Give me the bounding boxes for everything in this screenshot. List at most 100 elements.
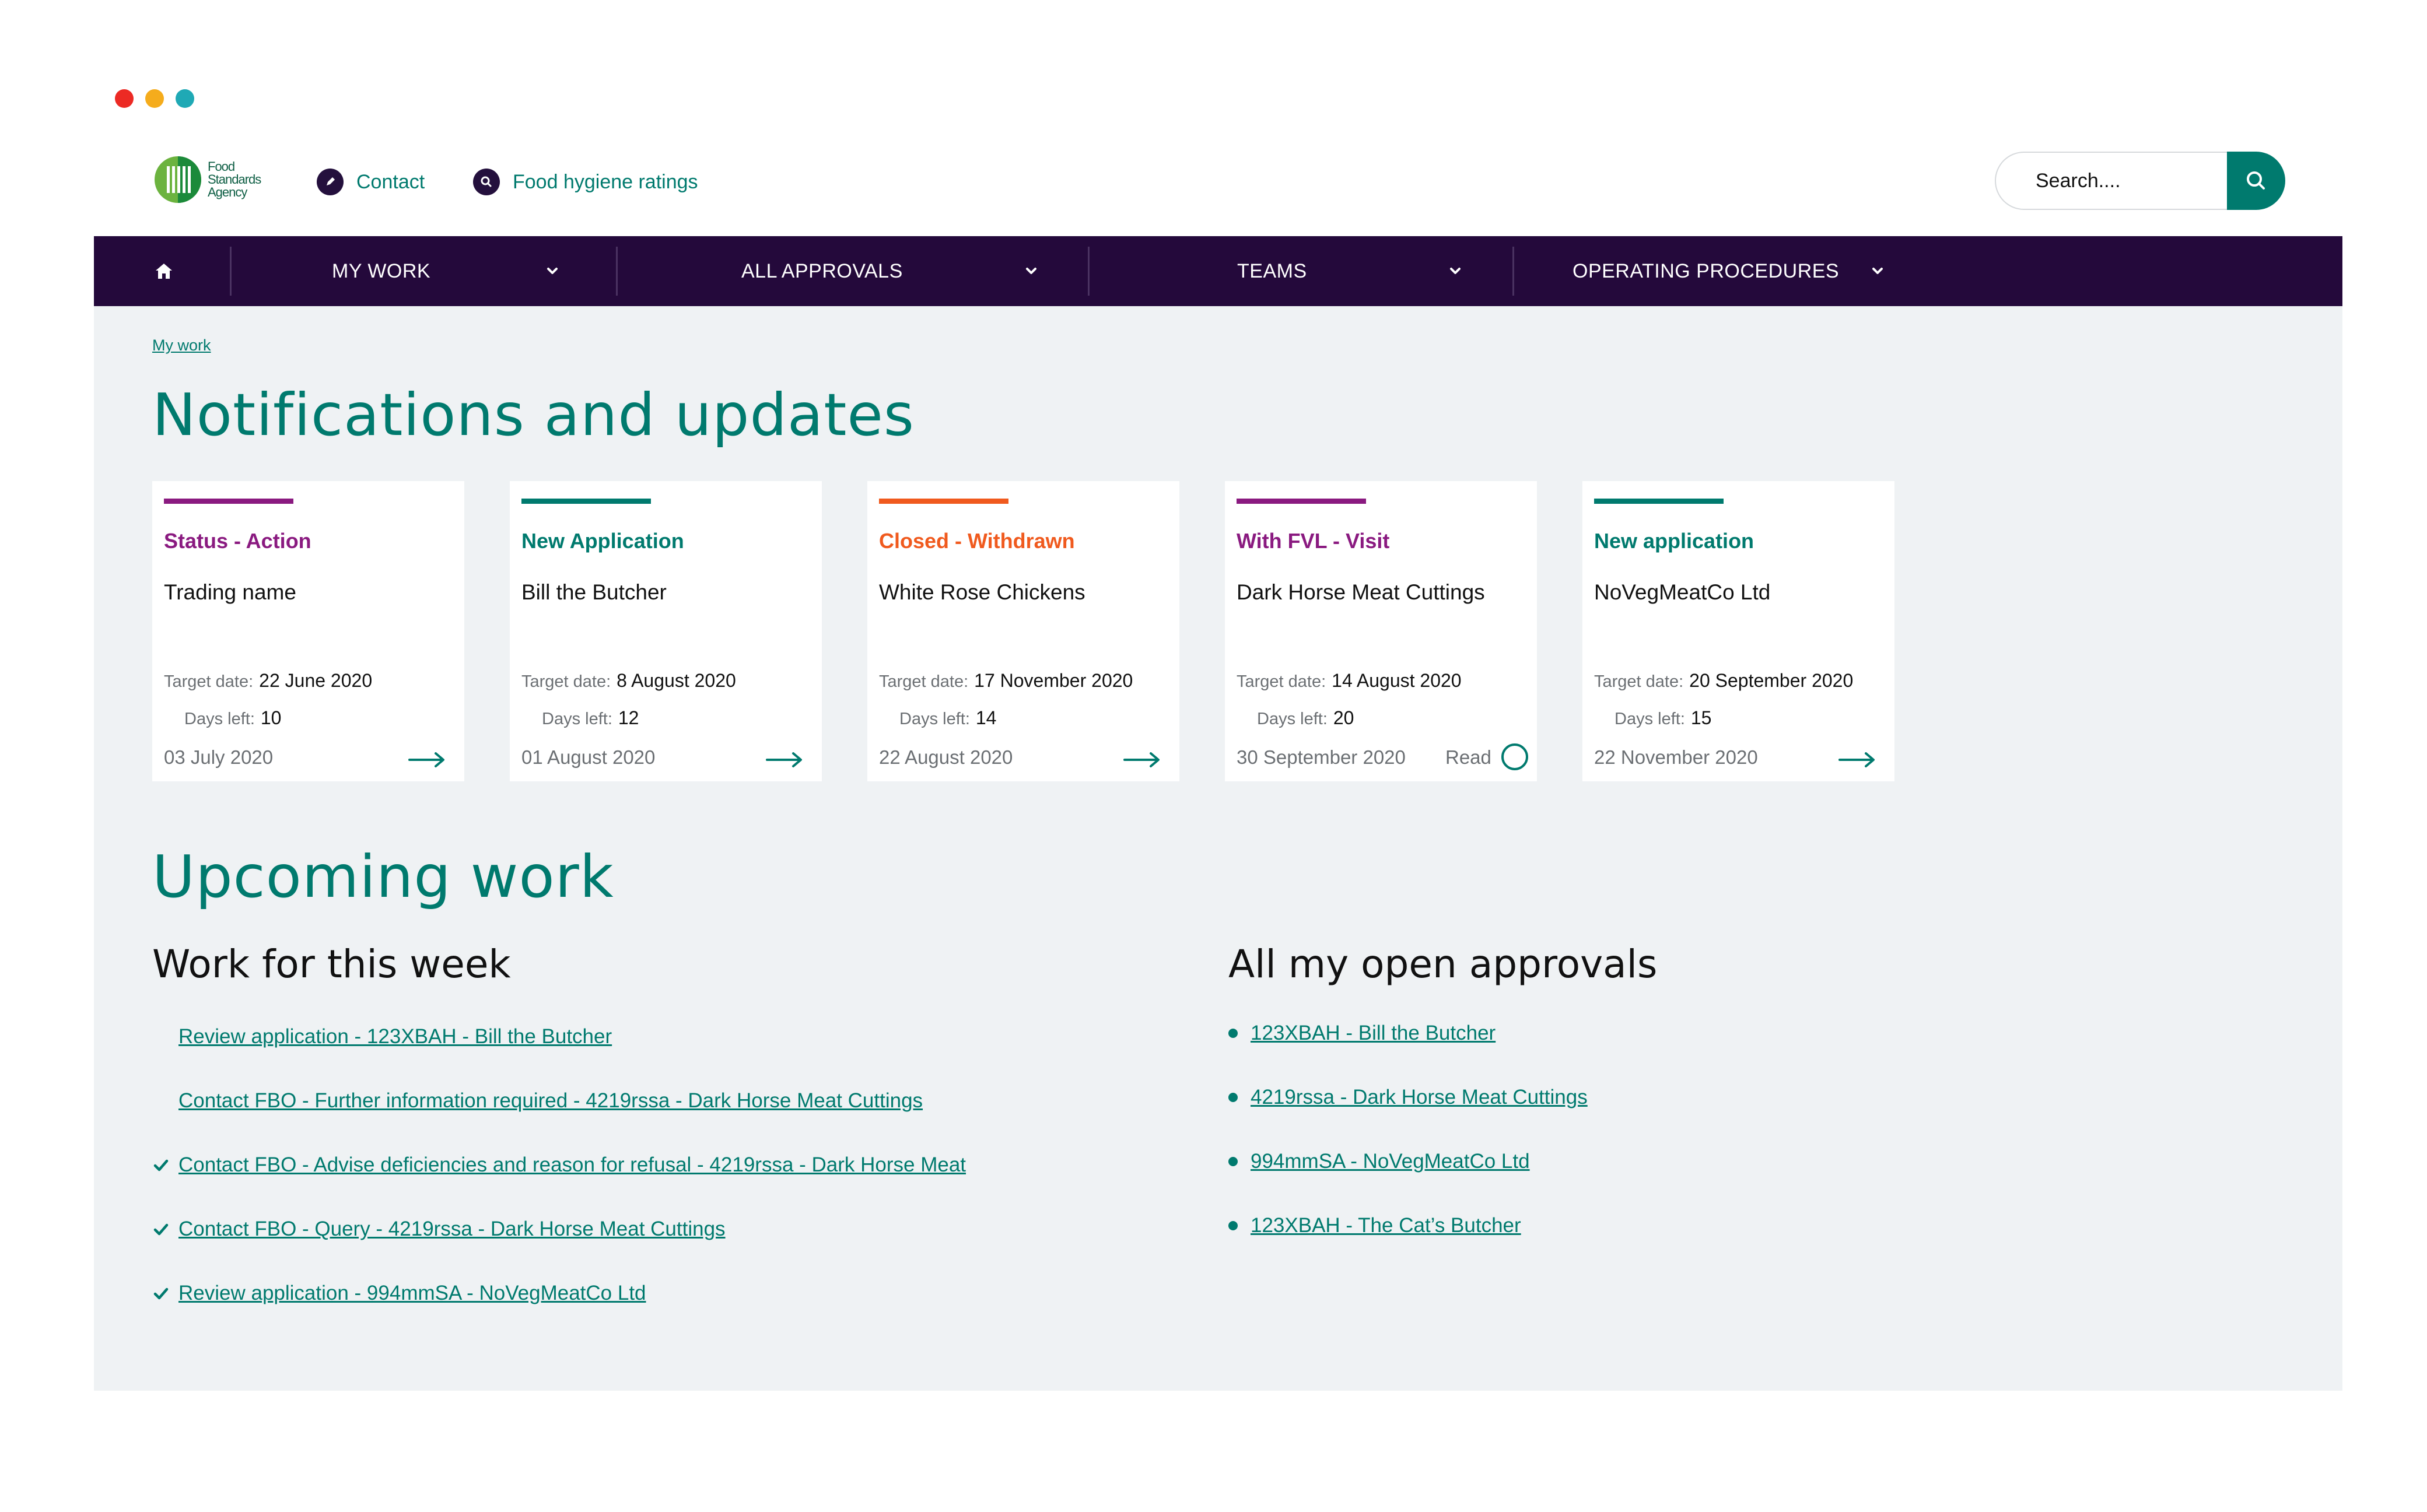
target-date-value: 14 August 2020 [1332, 670, 1462, 691]
task-item[interactable]: Contact FBO - Further information requir… [152, 1086, 923, 1115]
task-link[interactable]: Review application - 994mmSA - NoVegMeat… [178, 1282, 646, 1305]
card-date: 30 September 2020 [1237, 746, 1406, 768]
days-left-value: 10 [260, 707, 282, 728]
task-link[interactable]: Contact FBO - Query - 4219rssa - Dark Ho… [178, 1218, 726, 1241]
food-hygiene-ratings-label: Food hygiene ratings [513, 170, 698, 193]
target-date-label: Target date: [1594, 672, 1684, 691]
main-nav: MY WORK ALL APPROVALS TEAMS OPERATING PR… [94, 236, 2342, 306]
nav-item-all-approvals[interactable]: ALL APPROVALS [741, 236, 903, 306]
search-box [1995, 152, 2285, 210]
search-button[interactable] [2227, 152, 2285, 210]
arrow-right-icon[interactable] [1838, 750, 1876, 769]
days-left-label: Days left: [184, 710, 255, 728]
arrow-right-icon[interactable] [408, 750, 446, 769]
task-item[interactable]: Review application - 994mmSA - NoVegMeat… [152, 1279, 646, 1308]
fsa-logo[interactable]: Food Standards Agency [153, 153, 282, 206]
task-link[interactable]: Contact FBO - Advise deficiencies and re… [178, 1153, 966, 1177]
target-date-value: 8 August 2020 [617, 670, 736, 691]
task-item[interactable]: Contact FBO - Query - 4219rssa - Dark Ho… [152, 1215, 726, 1244]
read-label: Read [1445, 746, 1491, 768]
chevron-down-icon[interactable] [1023, 263, 1039, 279]
nav-item-teams[interactable]: TEAMS [1237, 236, 1307, 306]
logo-wordmark: Food Standards Agency [208, 160, 261, 199]
nav-item-label: ALL APPROVALS [741, 259, 903, 282]
nav-item-my-work[interactable]: MY WORK [332, 236, 430, 306]
bullet-icon [1228, 1157, 1238, 1166]
chevron-down-icon[interactable] [1447, 263, 1463, 279]
logo-line: Agency [208, 185, 247, 199]
bullet-icon [1228, 1093, 1238, 1102]
nav-divider [1512, 247, 1514, 296]
card-status: Status - Action [164, 529, 311, 553]
nav-divider [1088, 247, 1090, 296]
days-left-label: Days left: [542, 710, 612, 728]
approval-item[interactable]: 4219rssa - Dark Horse Meat Cuttings [1228, 1083, 1588, 1112]
window-zoom-dot[interactable] [176, 89, 194, 108]
approval-item[interactable]: 994mmSA - NoVegMeatCo Ltd [1228, 1147, 1530, 1176]
notification-card[interactable]: New application NoVegMeatCo Ltd Target d… [1582, 481, 1894, 781]
approval-item[interactable]: 123XBAH - The Cat’s Butcher [1228, 1211, 1521, 1240]
open-approvals-title: All my open approvals [1228, 942, 1658, 987]
search-input[interactable] [1995, 152, 2240, 210]
target-date-label: Target date: [1237, 672, 1326, 691]
chevron-down-icon[interactable] [544, 263, 561, 279]
checkmark-icon [152, 1285, 170, 1302]
card-status-bar [1594, 499, 1724, 504]
task-link[interactable]: Review application - 123XBAH - Bill the … [178, 1025, 612, 1048]
breadcrumb[interactable]: My work [152, 336, 211, 355]
window-close-dot[interactable] [115, 89, 134, 108]
card-date: 03 July 2020 [164, 746, 274, 768]
card-date: 22 August 2020 [879, 746, 1013, 768]
notification-card[interactable]: With FVL - Visit Dark Horse Meat Cutting… [1225, 481, 1537, 781]
bullet-icon [1228, 1221, 1238, 1230]
nav-item-operating-procedures[interactable]: OPERATING PROCEDURES [1573, 236, 1839, 306]
task-link[interactable]: Contact FBO - Further information requir… [178, 1089, 923, 1113]
days-left-label: Days left: [1615, 710, 1685, 728]
card-date: 22 November 2020 [1594, 746, 1758, 768]
card-status-bar [879, 499, 1008, 504]
card-status-bar [521, 499, 651, 504]
task-check-placeholder [152, 1028, 170, 1046]
nav-divider [230, 247, 232, 296]
arrow-right-icon[interactable] [1123, 750, 1161, 769]
work-for-this-week-title: Work for this week [152, 942, 511, 987]
target-date-label: Target date: [521, 672, 611, 691]
approval-link[interactable]: 123XBAH - The Cat’s Butcher [1251, 1214, 1521, 1237]
card-trading-name: Dark Horse Meat Cuttings [1237, 580, 1485, 604]
card-status: With FVL - Visit [1237, 529, 1390, 553]
read-toggle[interactable] [1501, 743, 1528, 770]
upcoming-work-title: Upcoming work [152, 843, 614, 911]
approval-link[interactable]: 994mmSA - NoVegMeatCo Ltd [1251, 1150, 1530, 1173]
card-days-left: Days left: 20 [1257, 707, 1354, 729]
main-content: My work Notifications and updates Status… [94, 306, 2342, 1391]
task-item[interactable]: Review application - 123XBAH - Bill the … [152, 1022, 612, 1051]
checkmark-icon [152, 1220, 170, 1238]
notification-card[interactable]: New Application Bill the Butcher Target … [510, 481, 822, 781]
target-date-label: Target date: [164, 672, 254, 691]
card-status: New application [1594, 529, 1754, 553]
search-icon [2247, 171, 2265, 190]
chevron-down-icon[interactable] [1869, 263, 1886, 279]
logo-line: Food [208, 159, 235, 174]
card-status-bar [1237, 499, 1366, 504]
card-days-left: Days left: 15 [1615, 707, 1711, 729]
card-target-date: Target date: 14 August 2020 [1237, 670, 1462, 692]
nav-home[interactable] [151, 258, 177, 284]
food-hygiene-ratings-link[interactable]: Food hygiene ratings [473, 167, 698, 197]
card-target-date: Target date: 8 August 2020 [521, 670, 736, 692]
approval-link[interactable]: 123XBAH - Bill the Butcher [1251, 1022, 1496, 1045]
notification-card[interactable]: Closed - Withdrawn White Rose Chickens T… [867, 481, 1179, 781]
nav-item-label: OPERATING PROCEDURES [1573, 259, 1840, 282]
task-item[interactable]: Contact FBO - Advise deficiencies and re… [152, 1150, 966, 1180]
approval-link[interactable]: 4219rssa - Dark Horse Meat Cuttings [1251, 1086, 1588, 1109]
notification-card[interactable]: Status - Action Trading name Target date… [152, 481, 464, 781]
contact-link[interactable]: Contact [317, 167, 425, 197]
window-minimize-dot[interactable] [145, 89, 164, 108]
card-trading-name: White Rose Chickens [879, 580, 1085, 604]
arrow-right-icon[interactable] [765, 750, 804, 769]
nav-item-label: MY WORK [332, 259, 431, 282]
card-target-date: Target date: 22 June 2020 [164, 670, 372, 692]
approval-item[interactable]: 123XBAH - Bill the Butcher [1228, 1019, 1496, 1048]
checkmark-icon [152, 1156, 170, 1174]
card-trading-name: Bill the Butcher [521, 580, 667, 604]
